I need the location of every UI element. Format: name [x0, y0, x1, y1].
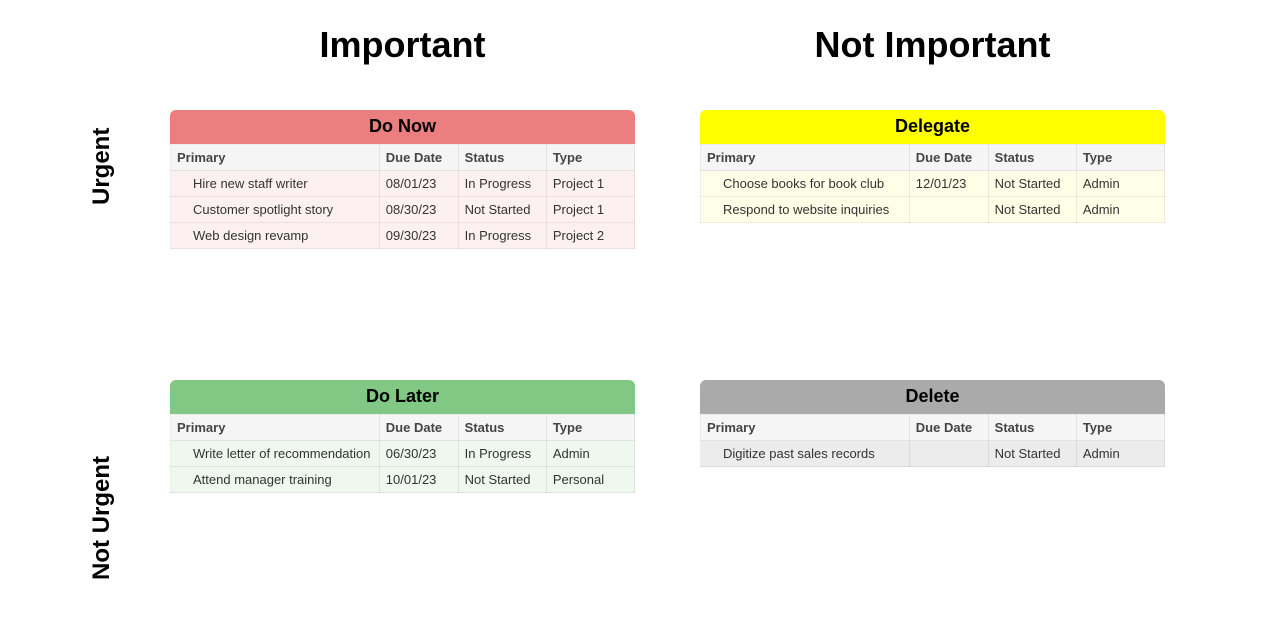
quadrant-title: Do Now [170, 110, 635, 144]
column-header-not-important: Not Important [700, 24, 1165, 66]
cell-status: Not Started [988, 441, 1076, 467]
quadrant-do-later: Do Later Primary Due Date Status Type Wr… [170, 380, 635, 493]
col-type: Type [1076, 145, 1164, 171]
table-row: Web design revamp 09/30/23 In Progress P… [171, 223, 635, 249]
cell-type: Admin [1076, 441, 1164, 467]
cell-type: Admin [1076, 197, 1164, 223]
cell-due-date [909, 441, 988, 467]
col-primary: Primary [701, 415, 910, 441]
col-status: Status [988, 415, 1076, 441]
cell-due-date: 08/01/23 [379, 171, 458, 197]
col-primary: Primary [171, 415, 380, 441]
col-status: Status [458, 415, 546, 441]
row-header-not-urgent: Not Urgent [88, 456, 116, 580]
table-delete: Primary Due Date Status Type Digitize pa… [700, 414, 1165, 467]
table-row: Choose books for book club 12/01/23 Not … [701, 171, 1165, 197]
cell-primary: Attend manager training [171, 467, 380, 493]
cell-type: Admin [546, 441, 634, 467]
cell-primary: Digitize past sales records [701, 441, 910, 467]
cell-primary: Customer spotlight story [171, 197, 380, 223]
quadrant-title: Delete [700, 380, 1165, 414]
col-type: Type [546, 415, 634, 441]
cell-type: Personal [546, 467, 634, 493]
col-type: Type [1076, 415, 1164, 441]
cell-type: Project 2 [546, 223, 634, 249]
cell-type: Project 1 [546, 197, 634, 223]
col-due-date: Due Date [909, 145, 988, 171]
cell-primary: Web design revamp [171, 223, 380, 249]
table-do-later: Primary Due Date Status Type Write lette… [170, 414, 635, 493]
cell-due-date: 12/01/23 [909, 171, 988, 197]
cell-primary: Write letter of recommendation [171, 441, 380, 467]
cell-due-date: 10/01/23 [379, 467, 458, 493]
cell-status: In Progress [458, 223, 546, 249]
table-delegate: Primary Due Date Status Type Choose book… [700, 144, 1165, 223]
cell-due-date [909, 197, 988, 223]
col-due-date: Due Date [909, 415, 988, 441]
cell-primary: Choose books for book club [701, 171, 910, 197]
column-header-important: Important [170, 24, 635, 66]
quadrant-delegate: Delegate Primary Due Date Status Type Ch… [700, 110, 1165, 223]
table-row: Write letter of recommendation 06/30/23 … [171, 441, 635, 467]
quadrant-delete: Delete Primary Due Date Status Type Digi… [700, 380, 1165, 467]
table-row: Hire new staff writer 08/01/23 In Progre… [171, 171, 635, 197]
quadrant-title: Do Later [170, 380, 635, 414]
table-row: Respond to website inquiries Not Started… [701, 197, 1165, 223]
table-do-now: Primary Due Date Status Type Hire new st… [170, 144, 635, 249]
cell-type: Project 1 [546, 171, 634, 197]
table-row: Attend manager training 10/01/23 Not Sta… [171, 467, 635, 493]
col-due-date: Due Date [379, 145, 458, 171]
cell-due-date: 06/30/23 [379, 441, 458, 467]
cell-status: In Progress [458, 171, 546, 197]
table-row: Customer spotlight story 08/30/23 Not St… [171, 197, 635, 223]
cell-status: Not Started [458, 467, 546, 493]
cell-due-date: 09/30/23 [379, 223, 458, 249]
cell-type: Admin [1076, 171, 1164, 197]
quadrant-do-now: Do Now Primary Due Date Status Type Hire… [170, 110, 635, 249]
cell-status: Not Started [988, 197, 1076, 223]
col-due-date: Due Date [379, 415, 458, 441]
row-header-urgent: Urgent [88, 128, 116, 205]
col-status: Status [458, 145, 546, 171]
col-primary: Primary [171, 145, 380, 171]
col-primary: Primary [701, 145, 910, 171]
cell-primary: Respond to website inquiries [701, 197, 910, 223]
cell-status: Not Started [988, 171, 1076, 197]
col-status: Status [988, 145, 1076, 171]
cell-status: Not Started [458, 197, 546, 223]
quadrant-title: Delegate [700, 110, 1165, 144]
cell-primary: Hire new staff writer [171, 171, 380, 197]
cell-due-date: 08/30/23 [379, 197, 458, 223]
col-type: Type [546, 145, 634, 171]
table-row: Digitize past sales records Not Started … [701, 441, 1165, 467]
cell-status: In Progress [458, 441, 546, 467]
